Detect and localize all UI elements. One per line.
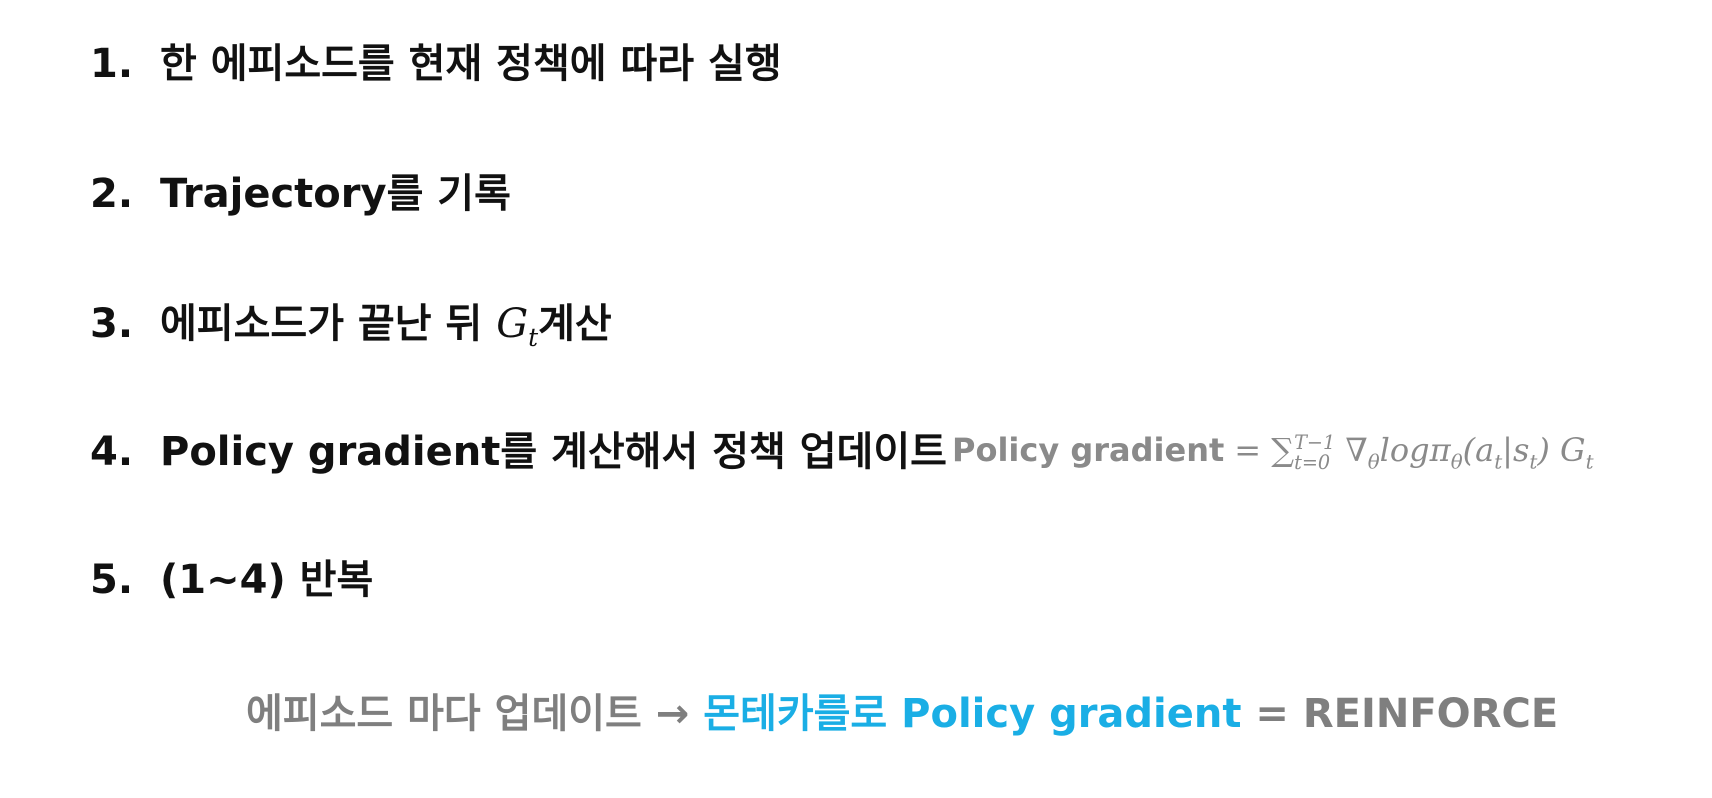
formula-label: Policy gradient (952, 431, 1225, 469)
formula-expression: = ∑ T−1 t=0 ∇θlogπθ(at|st) Gt (1234, 431, 1594, 474)
nabla-symbol: ∇ (1335, 431, 1368, 469)
step-2: 2. Trajectory를 기록 (90, 170, 511, 218)
return-symbol: Gt (496, 301, 539, 352)
step-number: 4. (90, 429, 134, 475)
step-number: 2. (90, 171, 134, 217)
step-5: 5. (1~4) 반복 (90, 556, 373, 604)
step-text: Trajectory를 기록 (160, 171, 511, 217)
step-text: 한 에피소드를 현재 정책에 따라 실행 (160, 41, 782, 87)
step-3: 3. 에피소드가 끝난 뒤 Gt계산 (90, 300, 612, 362)
step-4: 4. Policy gradient를 계산해서 정책 업데이트 (90, 428, 947, 476)
step-number: 1. (90, 41, 134, 87)
step-text-after: 계산 (538, 301, 612, 347)
step-text: Policy gradient를 계산해서 정책 업데이트 (160, 429, 947, 475)
step-1: 1. 한 에피소드를 현재 정책에 따라 실행 (90, 40, 782, 88)
summary-suffix: = REINFORCE (1241, 691, 1559, 737)
step-number: 3. (90, 301, 134, 347)
sum-symbol: ∑ (1271, 431, 1295, 469)
step-text-before: 에피소드가 끝난 뒤 (160, 301, 497, 347)
step-number: 5. (90, 557, 134, 603)
step-text: (1~4) 반복 (160, 557, 374, 603)
summary-highlight: 몬테카를로 Policy gradient (703, 691, 1242, 737)
policy-gradient-formula: Policy gradient = ∑ T−1 t=0 ∇θlogπθ(at|st) … (952, 428, 1594, 484)
summary-line: 에피소드 마다 업데이트 → 몬테카를로 Policy gradient = R… (246, 690, 1558, 738)
summary-prefix: 에피소드 마다 업데이트 → (246, 691, 704, 737)
